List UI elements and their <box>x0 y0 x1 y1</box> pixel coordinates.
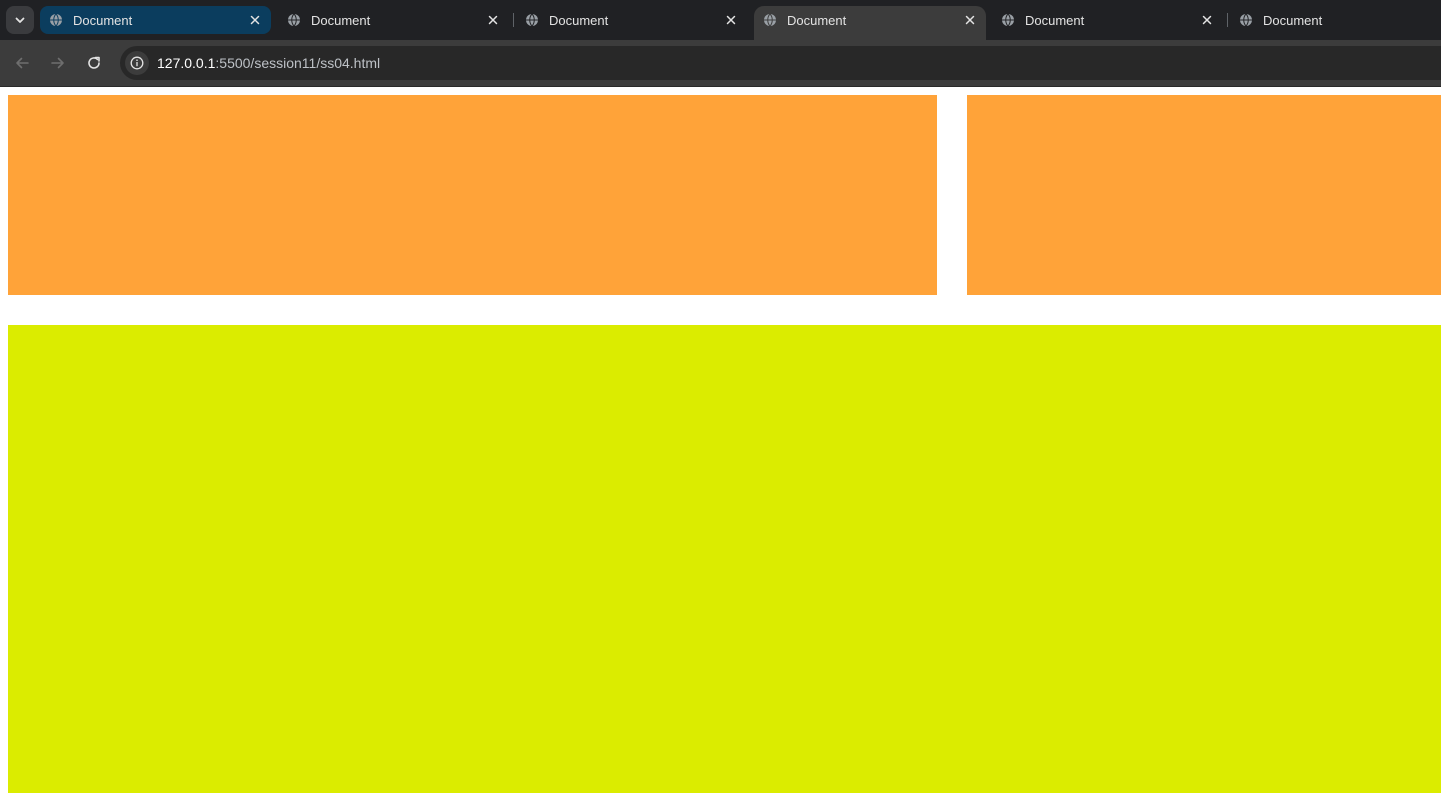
tab-4-active[interactable]: Document <box>754 6 986 40</box>
globe-icon <box>763 13 777 27</box>
url-host: 127.0.0.1 <box>157 55 216 71</box>
back-arrow-icon <box>16 57 29 69</box>
tab-title: Document <box>1263 12 1323 28</box>
tab-search-button[interactable] <box>6 6 34 34</box>
tab-3[interactable]: Document <box>516 6 747 34</box>
tab-title: Document <box>549 12 609 28</box>
forward-button[interactable] <box>44 49 72 77</box>
forward-arrow-icon <box>51 57 64 69</box>
tab-strip: Document Document Document Document Docu… <box>0 0 1441 40</box>
close-icon[interactable] <box>1199 12 1215 28</box>
address-bar[interactable]: 127.0.0.1:5500/session11/ss04.html <box>120 46 1441 80</box>
url-path: :5500/session11/ss04.html <box>215 55 381 71</box>
close-icon[interactable] <box>962 12 978 28</box>
reload-button[interactable] <box>80 49 108 77</box>
tab-title: Document <box>787 12 847 28</box>
chevron-down-icon <box>15 17 25 23</box>
close-icon[interactable] <box>723 12 739 28</box>
globe-icon <box>525 13 539 27</box>
globe-icon <box>1001 13 1015 27</box>
globe-icon <box>49 13 63 27</box>
tab-2[interactable]: Document <box>278 6 509 34</box>
tab-1[interactable]: Document <box>40 6 271 34</box>
box-one <box>8 95 937 295</box>
tab-title: Document <box>311 12 371 28</box>
box-three <box>8 325 1441 793</box>
tab-separator <box>1227 13 1228 27</box>
tab-5[interactable]: Document <box>992 6 1223 34</box>
url-text: 127.0.0.1:5500/session11/ss04.html <box>157 55 380 71</box>
tab-6[interactable]: Document <box>1230 6 1441 34</box>
back-button[interactable] <box>8 49 36 77</box>
tab-title: Document <box>1025 12 1085 28</box>
box-two <box>967 95 1441 295</box>
close-icon[interactable] <box>247 12 263 28</box>
globe-icon <box>287 13 301 27</box>
globe-icon <box>1239 13 1253 27</box>
info-icon[interactable] <box>125 51 149 75</box>
tab-separator <box>513 13 514 27</box>
reload-icon <box>88 56 100 69</box>
browser-toolbar: 127.0.0.1:5500/session11/ss04.html <box>0 40 1441 87</box>
close-icon[interactable] <box>485 12 501 28</box>
tab-title: Document <box>73 12 133 28</box>
page-viewport <box>0 87 1441 793</box>
